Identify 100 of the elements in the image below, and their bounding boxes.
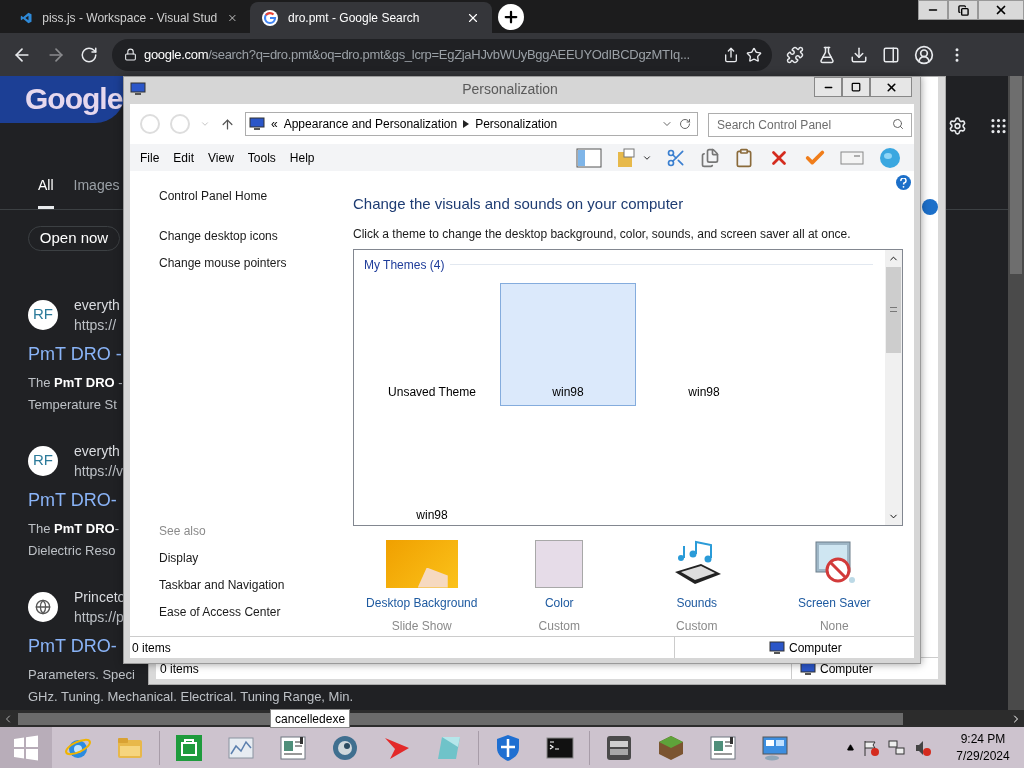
theme-item[interactable]: win98 [364, 405, 500, 525]
close-icon [884, 80, 898, 94]
control-panel-icon [130, 82, 146, 96]
search-tab[interactable]: Images [73, 175, 120, 209]
settings-icon[interactable] [948, 116, 967, 136]
wallpaper-thumbnail[interactable] [385, 539, 458, 588]
close-button[interactable] [870, 77, 912, 97]
setting-link[interactable]: Screen Saver [797, 593, 871, 612]
search-tab[interactable]: All [38, 175, 54, 209]
theme-item[interactable]: win98 [636, 282, 772, 406]
control-panel-icon [249, 117, 265, 131]
theme-item[interactable]: win98 [500, 282, 636, 406]
close-icon [994, 3, 1008, 17]
computer-icon [800, 661, 816, 676]
download-icon[interactable] [850, 45, 868, 64]
result-snippet: Temperature St [28, 395, 117, 414]
close-button[interactable] [978, 0, 1024, 20]
see-also-link[interactable]: Taskbar and Navigation [159, 576, 353, 594]
copy-icon[interactable] [700, 147, 720, 168]
status-text: 0 items [159, 660, 200, 678]
group-header: My Themes (4) [364, 256, 445, 274]
side-panel-icon[interactable] [882, 45, 900, 64]
result-title[interactable]: PmT DRO- [28, 487, 117, 512]
status-text: Computer [789, 639, 842, 657]
lock-icon [124, 48, 137, 61]
address-bar[interactable]: google.com/search?q=dro.pmt&oq=dro.pmt&gs_lcrp=EgZjaHJvbWUyBggAEEUYOdIBCDgzMTIq... [112, 38, 772, 71]
browser-tab[interactable]: dro.pmt - Google Search [250, 2, 492, 33]
menu-item[interactable]: File [140, 148, 160, 167]
result-snippet: Dielectric Reso [28, 541, 116, 560]
computer-icon [769, 640, 785, 655]
menu-item[interactable]: Help [289, 148, 315, 167]
page-heading: Change the visuals and sounds on your computer [353, 194, 685, 214]
cut-icon[interactable] [666, 147, 686, 168]
reload-icon[interactable] [80, 45, 98, 64]
site-url[interactable]: https:// [74, 314, 120, 335]
maximize-icon [851, 82, 861, 92]
task-link[interactable]: Change mouse pointers [159, 254, 353, 272]
theme-item[interactable]: Unsaved Theme [364, 282, 500, 406]
result-snippet: The PmT DRO- [28, 519, 120, 538]
setting-value: Custom [538, 617, 580, 635]
network-icon[interactable] [888, 738, 906, 757]
new-tab-button[interactable] [498, 3, 524, 30]
site-avatar: RF [28, 445, 58, 476]
setting-value: None [819, 617, 849, 635]
site-name: everyth [74, 441, 121, 461]
bookmark-icon[interactable] [746, 46, 762, 63]
see-also-link[interactable]: Display [159, 549, 353, 567]
flag-icon[interactable] [862, 738, 880, 757]
browser-tab[interactable]: piss.js - Workspace - Visual Stud [8, 2, 250, 33]
breadcrumb-item[interactable]: Appearance and Personalization [283, 115, 458, 133]
separator-icon [463, 120, 470, 128]
profile-icon[interactable] [914, 44, 934, 65]
tooltip: cancelledexe [270, 709, 351, 728]
up-icon[interactable] [220, 116, 235, 132]
task-link[interactable]: Change desktop icons [159, 227, 353, 245]
setting-link[interactable]: Sounds [676, 593, 718, 612]
restore-button[interactable] [948, 0, 978, 20]
apps-icon[interactable] [989, 116, 1008, 136]
scrollbar-thumb[interactable] [886, 266, 901, 353]
menu-item[interactable]: Edit [173, 148, 195, 167]
setting-link[interactable]: Desktop Background [366, 593, 478, 612]
site-url[interactable]: https://p [74, 606, 126, 627]
status-text: Computer [820, 660, 873, 678]
section-label: See also [159, 523, 207, 540]
see-also-link[interactable]: Ease of Access Center [159, 603, 353, 621]
refresh-icon[interactable] [679, 118, 691, 130]
sidebar-link[interactable]: Control Panel Home [159, 187, 353, 205]
site-avatar: RF [28, 299, 58, 330]
search-field[interactable]: Search Control Panel [708, 113, 912, 137]
restore-icon [957, 4, 969, 16]
address-field[interactable]: « Appearance and Personalization Personalization [245, 112, 698, 136]
window-title: Personalization [461, 79, 559, 99]
result-snippet: Parameters. Speci [28, 665, 135, 684]
extensions-icon[interactable] [786, 45, 804, 64]
folder-icon[interactable] [616, 147, 638, 168]
tray-expand-icon[interactable] [847, 744, 854, 751]
setting-value: Custom [676, 617, 718, 635]
menu-item[interactable]: Tools [247, 148, 276, 167]
paste-icon[interactable] [734, 147, 754, 168]
minimize-button[interactable] [918, 0, 948, 20]
flask-icon[interactable] [818, 45, 836, 64]
url-text[interactable]: google.com/search?q=dro.pmt&oq=dro.pmt&gs_lcrp=EgZjaHJvbWUyBggAEEUYOdIBCDgzMTIq... [144, 44, 716, 65]
page-description: Click a theme to change the desktop background, color, sounds, and screen saver all at once. [353, 225, 852, 243]
scrollbar-thumb[interactable] [18, 712, 903, 725]
google-icon [262, 9, 278, 26]
site-url[interactable]: https://v [74, 460, 124, 481]
google-logo[interactable]: Google [25, 76, 123, 121]
result-title[interactable]: PmT DRO - [28, 341, 122, 366]
status-text: 0 items [131, 639, 172, 657]
clock[interactable]: 9:24 PM 7/29/2024 [948, 730, 1018, 765]
overflow-chevron[interactable]: « [271, 115, 278, 133]
search-icon[interactable] [892, 118, 904, 130]
menu-item[interactable]: View [208, 148, 234, 167]
setting-link[interactable]: Color [544, 593, 574, 612]
breadcrumb-item[interactable]: Personalization [475, 115, 558, 133]
share-icon[interactable] [723, 46, 739, 63]
color-swatch[interactable] [535, 539, 584, 588]
result-title[interactable]: PmT DRO- [28, 633, 117, 658]
store-icon[interactable] [174, 732, 204, 763]
maximize-button[interactable] [842, 77, 870, 97]
